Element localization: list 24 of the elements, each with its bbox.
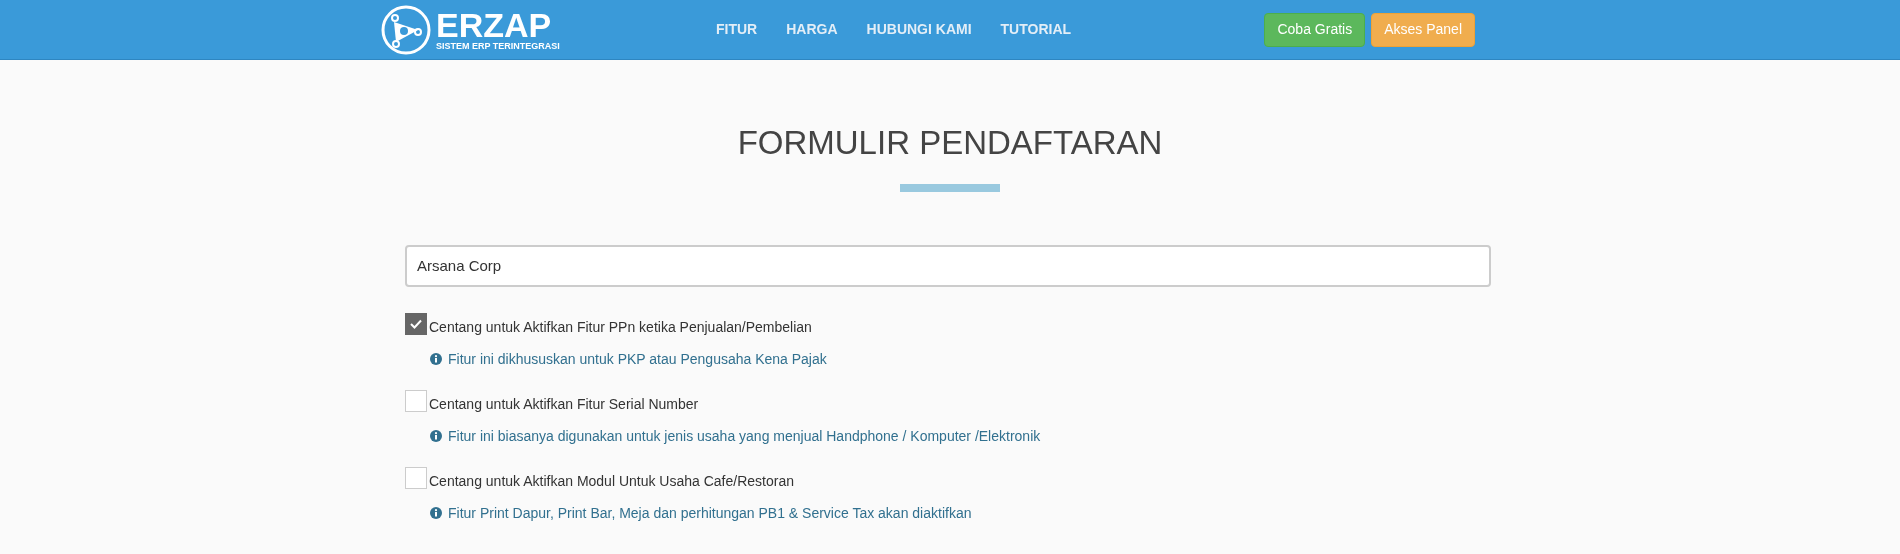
nav-link[interactable]: HARGA: [786, 19, 838, 40]
logo-name: ERZAP: [436, 8, 552, 42]
hint-text: Fitur Print Dapur, Print Bar, Meja dan perhitungan PB1 & Service Tax akan diaktifkan: [448, 503, 972, 523]
hint-text: Fitur ini dikhususkan untuk PKP atau Pengusaha Kena Pajak: [448, 349, 827, 369]
checkbox[interactable]: [405, 467, 427, 489]
nav-link[interactable]: TUTORIAL: [1000, 19, 1072, 40]
company-name-field[interactable]: Arsana Corp: [405, 244, 1491, 287]
info-icon: [430, 430, 442, 442]
nav-link[interactable]: HUBUNGI KAMI: [866, 19, 972, 40]
info-icon: [430, 353, 442, 365]
logo-icon: [380, 3, 432, 56]
logo-tagline: SISTEM ERP TERINTEGRASI: [436, 42, 560, 51]
nav-button[interactable]: Coba Gratis: [1264, 12, 1366, 47]
hint-text: Fitur ini biasanya digunakan untuk jenis usaha yang menjual Handphone / Komputer /Elektronik: [448, 426, 1041, 446]
checkbox-label: Centang untuk Aktifkan Fitur Serial Number: [429, 394, 699, 414]
checkbox-label: Centang untuk Aktifkan Modul Untuk Usaha Cafe/Restoran: [429, 471, 794, 491]
nav-button[interactable]: Akses Panel: [1371, 12, 1475, 47]
checkbox[interactable]: [405, 313, 427, 335]
checkmark-icon: [410, 319, 422, 329]
nav-link[interactable]: FITUR: [716, 19, 758, 40]
checkbox[interactable]: [405, 390, 427, 412]
form-title: FORMULIR PENDAFTARAN: [737, 123, 1163, 163]
checkbox-label: Centang untuk Aktifkan Fitur PPn ketika Penjualan/Pembelian: [429, 317, 812, 337]
info-icon: [430, 507, 442, 519]
